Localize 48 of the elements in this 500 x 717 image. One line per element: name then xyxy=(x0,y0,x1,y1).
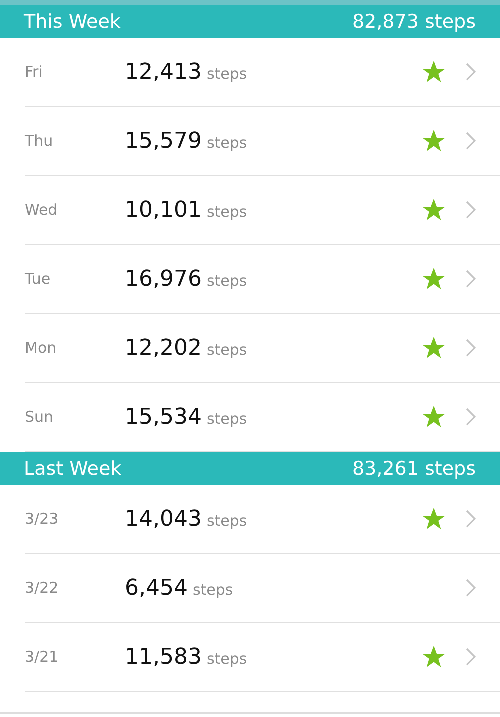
chevron-right-icon xyxy=(466,63,476,81)
step-count: 10,101 xyxy=(125,198,202,222)
step-unit: steps xyxy=(206,203,248,221)
chevron-right-icon xyxy=(466,648,476,666)
section-title: This Week xyxy=(24,10,121,32)
step-count: 16,976 xyxy=(125,266,202,292)
chevron-right-icon xyxy=(466,201,476,219)
day-label: Mon xyxy=(25,339,58,357)
step-count: 11,583 xyxy=(125,644,202,670)
step-unit: steps xyxy=(206,134,248,152)
section-total: 82,873 steps xyxy=(352,10,476,32)
chevron-right-icon xyxy=(466,510,476,528)
step-unit: steps xyxy=(206,512,248,530)
step-unit: steps xyxy=(206,65,248,83)
step-unit: steps xyxy=(192,581,234,599)
day-row[interactable]: Mon 12,202 steps xyxy=(25,314,500,383)
section-total: 83,261 steps xyxy=(352,458,476,480)
step-count: 12,202 xyxy=(125,336,202,360)
day-row[interactable]: Wed 10,101 steps xyxy=(25,176,500,245)
step-unit: steps xyxy=(206,410,248,428)
day-label: Wed xyxy=(25,201,59,219)
day-label: 3/21 xyxy=(25,648,60,666)
step-unit: steps xyxy=(206,341,248,359)
chevron-right-icon xyxy=(466,270,476,288)
day-label: Fri xyxy=(25,63,44,81)
day-label: Tue xyxy=(25,270,52,288)
step-unit: steps xyxy=(206,272,248,290)
day-row[interactable]: 3/23 14,043 steps xyxy=(25,485,500,554)
step-count: 12,413 xyxy=(125,60,202,84)
chevron-right-icon xyxy=(466,132,476,150)
day-row[interactable]: Thu 15,579 steps xyxy=(25,107,500,176)
day-row[interactable]: Fri 12,413 steps xyxy=(25,38,500,107)
step-count: 6,454 xyxy=(125,576,188,600)
day-label: 3/22 xyxy=(25,579,60,597)
day-label: Thu xyxy=(25,132,54,150)
day-label: Sun xyxy=(25,408,55,426)
day-row[interactable]: Tue 16,976 steps xyxy=(25,245,500,314)
chevron-right-icon xyxy=(466,579,476,597)
section-title: Last Week xyxy=(24,458,122,480)
step-unit: steps xyxy=(206,650,248,668)
step-count: 14,043 xyxy=(125,506,202,532)
step-count: 15,534 xyxy=(125,404,202,430)
day-row[interactable]: 3/22 6,454 steps xyxy=(25,554,500,623)
chevron-right-icon xyxy=(466,339,476,357)
day-row[interactable]: 3/21 11,583 steps xyxy=(25,623,500,692)
day-label: 3/23 xyxy=(25,510,60,528)
step-count: 15,579 xyxy=(125,128,202,154)
chevron-right-icon xyxy=(466,408,476,426)
